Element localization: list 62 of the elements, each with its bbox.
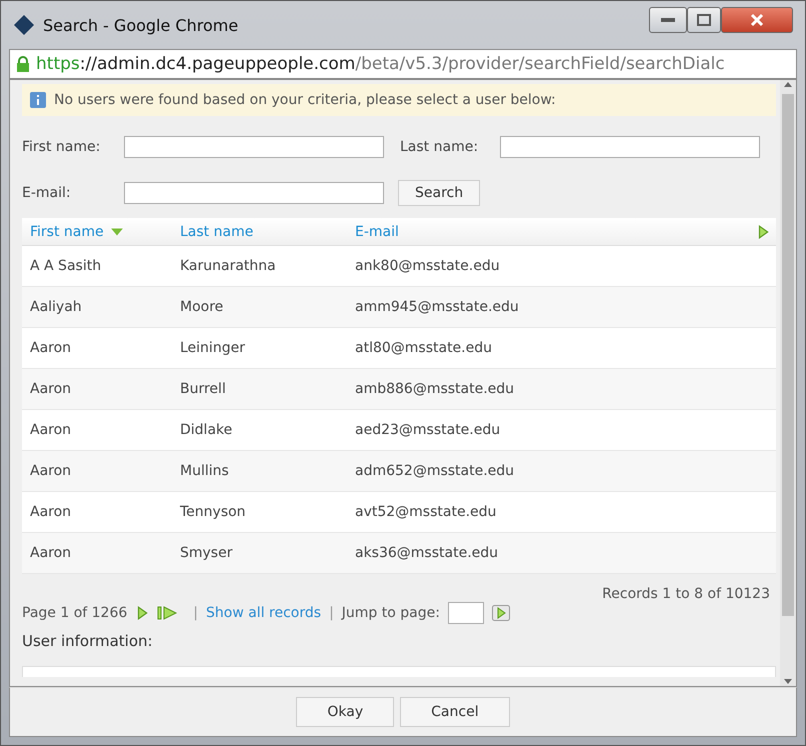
table-cell-text: Burrell (180, 381, 227, 397)
separator: | (193, 605, 198, 621)
last-name-field[interactable] (500, 136, 760, 158)
table-cell-text: Aaliyah (30, 299, 83, 315)
notice-text: No users were found based on your criteria, please select a user below: (54, 92, 556, 108)
table-cell-text: A A Sasith (30, 258, 102, 274)
field-label: E-mail: (22, 185, 72, 201)
table-cell-text: amb886@msstate.edu (355, 381, 516, 397)
minimize-button[interactable] (649, 7, 687, 33)
info-icon (30, 92, 46, 108)
table-row[interactable]: Aaron Burrell amb886@msstate.edu (22, 369, 776, 410)
table-cell-text: Moore (180, 299, 224, 315)
field-label: First name: (22, 139, 102, 155)
next-page-icon (135, 606, 150, 620)
field-label: Last name: (400, 139, 480, 155)
lock-icon (16, 56, 30, 72)
table-cell-text: amm945@msstate.edu (355, 299, 520, 315)
first-name-field[interactable] (124, 136, 384, 158)
close-button[interactable] (721, 7, 793, 33)
table-cell-text: Aaron (30, 545, 72, 561)
page-number-field[interactable] (448, 602, 484, 624)
window-title: Search - Google Chrome (43, 16, 240, 34)
close-icon (750, 13, 764, 27)
table-cell-text: Smyser (180, 545, 234, 561)
separator: | (329, 605, 334, 621)
table-cell-text: Leininger (180, 340, 246, 356)
email-field[interactable] (124, 182, 384, 204)
minimize-icon (661, 18, 675, 22)
table-row[interactable]: Aaron Smyser aks36@msstate.edu (22, 533, 776, 574)
table-cell-text: Mullins (180, 463, 230, 479)
last-page-icon[interactable] (157, 606, 180, 620)
page-count: Page 1 of 1266 (22, 605, 128, 621)
maximize-icon (697, 14, 711, 26)
table-row[interactable]: Aaron Mullins adm652@msstate.edu (22, 451, 776, 492)
table-cell-text: aks36@msstate.edu (355, 545, 500, 561)
table-cell-text: Aaron (30, 381, 72, 397)
scrollbar-thumb[interactable] (782, 94, 794, 616)
maximize-button[interactable] (687, 7, 721, 33)
table-cell-text: Aaron (30, 422, 72, 438)
table-cell-text: atl80@msstate.edu (355, 340, 493, 356)
section-label: User information: (22, 632, 154, 650)
go-button[interactable] (492, 605, 510, 621)
play-icon (756, 224, 770, 238)
address-bar[interactable]: https://admin.dc4.pageuppeople.com/beta/v5.3/provider/searchField/searchDialc (9, 49, 797, 79)
table-cell-text: Tennyson (180, 504, 247, 520)
table-cell-text: Aaron (30, 340, 72, 356)
search-button[interactable]: Search (398, 180, 480, 206)
table-cell-text: aed23@msstate.edu (355, 422, 502, 438)
jump-label: Jump to page: (342, 605, 440, 621)
table-cell-text: Aaron (30, 463, 72, 479)
table-cell-text: Karunarathna (180, 258, 277, 274)
table-cell-text: ank80@msstate.edu (355, 258, 501, 274)
table-cell-text: Aaron (30, 504, 72, 520)
table-cell-text: adm652@msstate.edu (355, 463, 516, 479)
dialog-button[interactable]: Okay (296, 697, 394, 727)
dialog-button[interactable]: Cancel (400, 697, 510, 727)
app-logo-icon (13, 14, 35, 36)
records-count: Records 1 to 8 of 10123 (602, 586, 770, 602)
table-cell-text: avt52@msstate.edu (355, 504, 498, 520)
column-header[interactable]: First name (30, 224, 180, 240)
table-cell-text: Didlake (180, 422, 234, 438)
table-row[interactable]: Aaliyah Moore amm945@msstate.edu (22, 287, 776, 328)
